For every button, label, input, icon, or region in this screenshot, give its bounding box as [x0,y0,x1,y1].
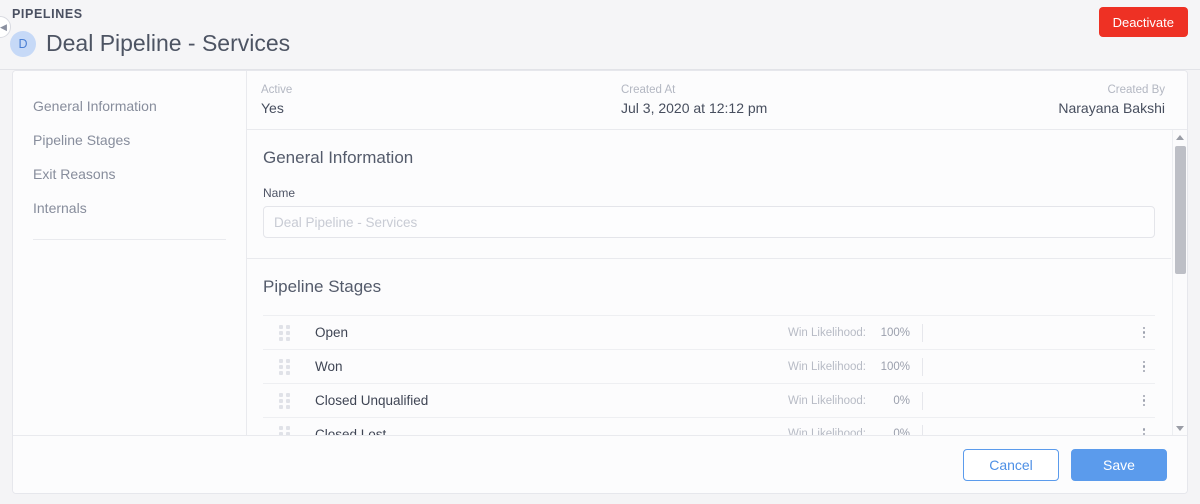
scroll-up-arrow-icon[interactable] [1173,130,1188,144]
avatar: D [10,30,36,57]
meta-created-at-label: Created At [621,84,676,96]
table-row[interactable]: Open Win Likelihood: 100% [263,315,1155,349]
meta-active-value: Yes [261,100,284,116]
general-information-title: General Information [263,148,414,167]
row-more-menu-icon[interactable] [1133,428,1155,435]
page-title: Deal Pipeline - Services [46,30,291,56]
scrollbar-thumb[interactable] [1174,146,1186,274]
form-scroll-area: General Information Name Pipeline Stages [247,130,1187,435]
row-more-menu-icon[interactable] [1133,326,1155,339]
deactivate-button[interactable]: Deactivate [1098,7,1188,37]
meta-active-label: Active [261,84,293,96]
drag-handle-icon[interactable] [279,392,293,409]
win-likelihood-label: Win Likelihood: [788,428,866,435]
breadcrumb: PIPELINES [12,7,83,21]
meta-active: Active Yes [261,84,621,116]
win-likelihood-value[interactable]: 100% [876,327,910,339]
pipeline-stages-title: Pipeline Stages [263,277,382,296]
detail-card: General Information Pipeline Stages Exit… [12,70,1188,494]
sidebar-divider [33,239,226,240]
win-likelihood-value[interactable]: 100% [876,361,910,373]
drag-handle-icon[interactable] [279,426,293,435]
row-more-menu-icon[interactable] [1133,394,1155,407]
drag-handle-icon[interactable] [279,324,293,341]
chevron-left-icon: ◀ [0,21,7,32]
stage-name: Closed Lost [315,426,387,436]
record-meta-row: Active Yes Created At Jul 3, 2020 at 12:… [247,71,1187,130]
win-likelihood-label: Win Likelihood: [788,326,866,339]
meta-created-by-label: Created By [1107,84,1165,96]
stage-name: Closed Unqualified [315,393,429,408]
section-pipeline-stages: Pipeline Stages Open Win Likelihood: 100… [247,258,1171,435]
scroll-down-arrow-icon[interactable] [1173,421,1188,435]
row-separator [922,357,923,376]
scrollbar-track[interactable] [1173,144,1188,421]
form-actions-footer: Cancel Save [13,435,1187,493]
name-field-wrap [247,206,1171,258]
stage-name: Open [315,325,349,340]
vertical-scrollbar[interactable] [1172,130,1187,435]
sidebar-item-exit-reasons[interactable]: Exit Reasons [13,157,246,191]
save-button[interactable]: Save [1071,448,1167,481]
row-more-menu-icon[interactable] [1133,360,1155,373]
top-bar: ◀ PIPELINES D Deal Pipeline - Services D… [0,0,1200,70]
sidebar-item-internals[interactable]: Internals [13,191,246,225]
table-row[interactable]: Closed Lost Win Likelihood: 0% [263,417,1155,435]
row-separator [922,425,923,435]
cancel-button[interactable]: Cancel [963,448,1059,481]
win-likelihood-label: Win Likelihood: [788,394,866,407]
name-input[interactable] [263,206,1155,238]
pipeline-stages-list: Open Win Likelihood: 100% Won Win Likeli… [247,315,1171,435]
row-separator [922,391,923,410]
win-likelihood-label: Win Likelihood: [788,360,866,373]
name-field-label: Name [263,186,296,200]
meta-created-by: Created By Narayana Bakshi [1058,84,1165,116]
page-title-row: D Deal Pipeline - Services [10,30,290,57]
content-pane: Active Yes Created At Jul 3, 2020 at 12:… [247,71,1187,435]
stage-name: Won [315,359,343,374]
section-general-information: General Information Name [247,130,1171,258]
win-likelihood-value[interactable]: 0% [876,428,910,435]
sidebar-item-pipeline-stages[interactable]: Pipeline Stages [13,123,246,157]
card-body: General Information Pipeline Stages Exit… [13,71,1187,435]
meta-created-by-value: Narayana Bakshi [1058,100,1165,116]
table-row[interactable]: Won Win Likelihood: 100% [263,349,1155,383]
meta-created-at-value: Jul 3, 2020 at 12:12 pm [621,100,768,116]
drag-handle-icon[interactable] [279,358,293,375]
section-nav-sidebar: General Information Pipeline Stages Exit… [13,71,247,435]
sidebar-item-general-information[interactable]: General Information [13,89,246,123]
meta-created-at: Created At Jul 3, 2020 at 12:12 pm [621,84,1058,116]
table-row[interactable]: Closed Unqualified Win Likelihood: 0% [263,383,1155,417]
win-likelihood-value[interactable]: 0% [876,395,910,407]
row-separator [922,323,923,342]
app-root: ◀ PIPELINES D Deal Pipeline - Services D… [0,0,1200,504]
